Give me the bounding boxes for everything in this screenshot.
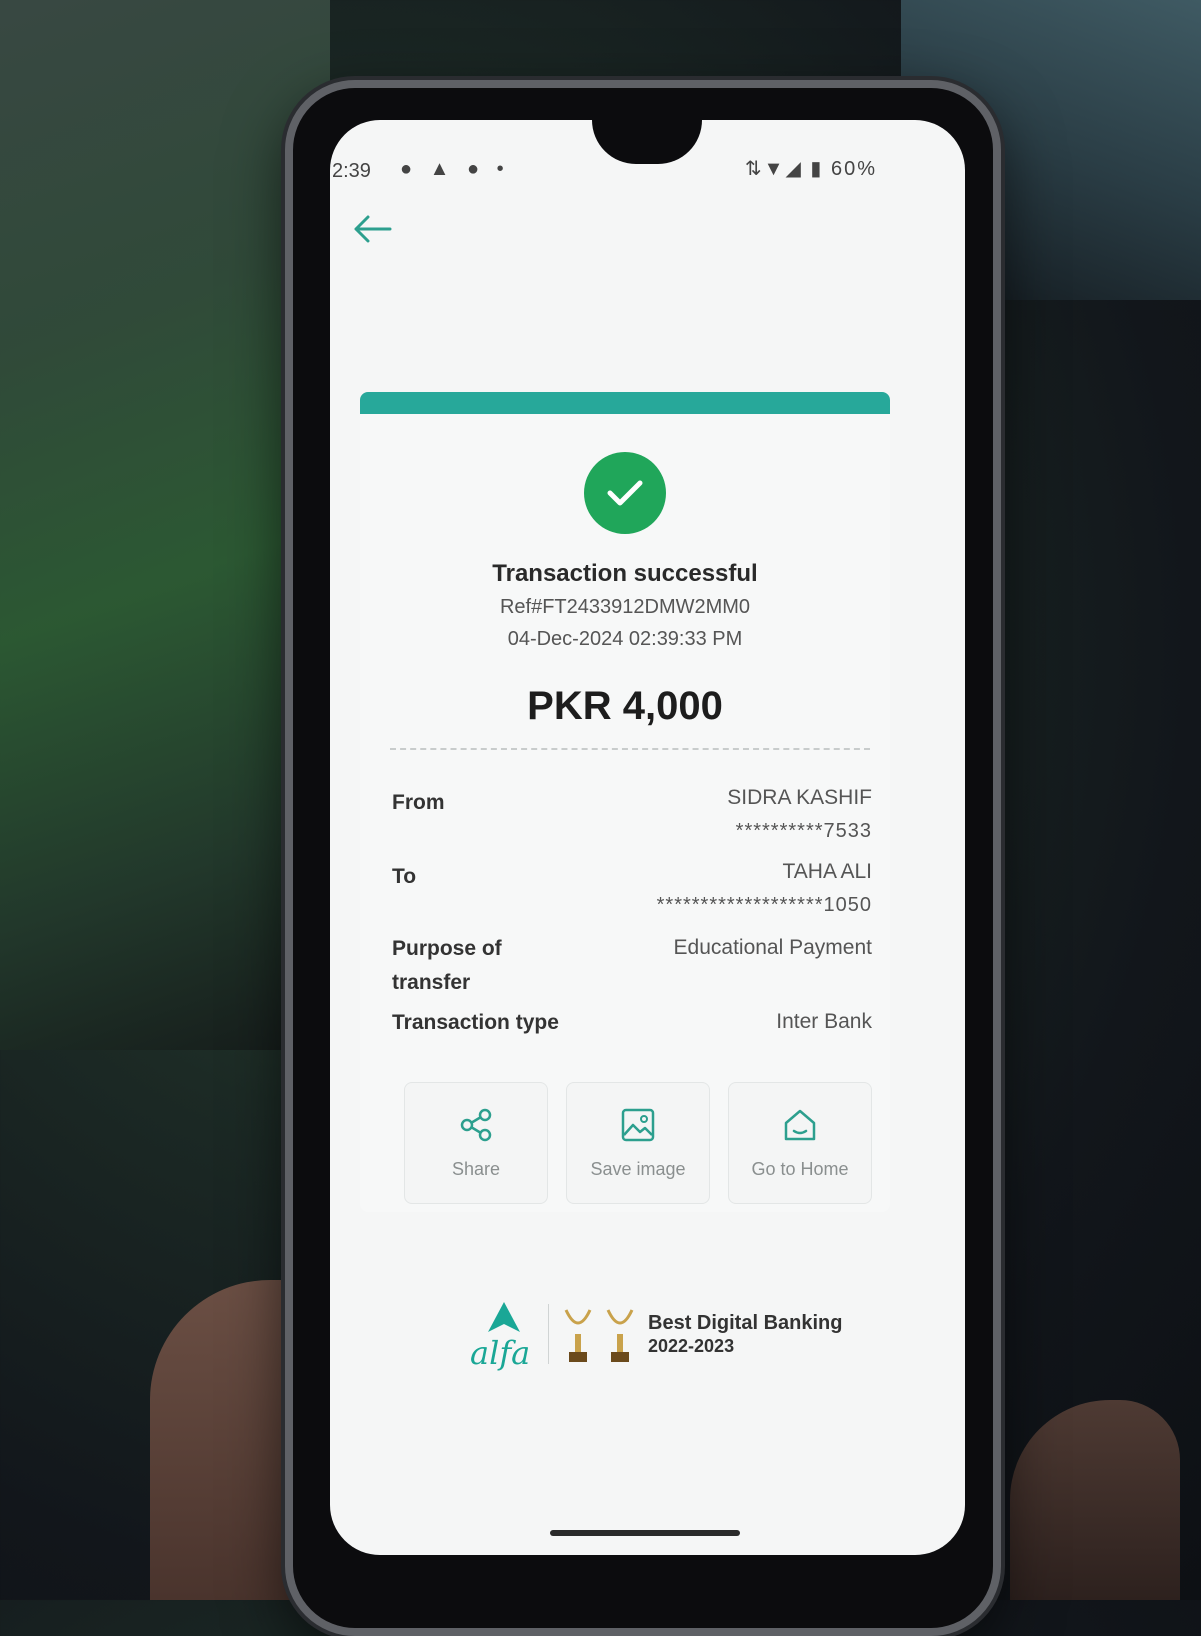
go-to-home-button[interactable]: Go to Home [728, 1082, 872, 1204]
purpose-value: Educational Payment [673, 936, 872, 959]
status-indicators: ⇅▼◢ ▮ 60% [745, 156, 877, 181]
footer-branding: alfa Best Digital Banking 2022-2023 [470, 1300, 870, 1380]
alfa-logo-text: alfa [470, 1334, 531, 1372]
share-svg [460, 1108, 492, 1142]
award-year: 2022-2023 [648, 1336, 735, 1356]
background-fabric [0, 0, 330, 1050]
save-image-button[interactable]: Save image [566, 1082, 710, 1204]
home-svg [784, 1109, 816, 1141]
transaction-status-title: Transaction successful [492, 560, 758, 587]
from-account: **********7533 [735, 820, 872, 842]
alfa-logo: alfa [470, 1300, 540, 1380]
share-label: Share [451, 1159, 501, 1179]
phone-screen: 2:39 ● ▲ ● • ⇅▼◢ ▮ 60% Transaction succe… [330, 120, 965, 1555]
to-label: To [392, 865, 417, 888]
transaction-datetime: 04-Dec-2024 02:39:33 PM [507, 628, 743, 650]
from-name: SIDRA KASHIF [727, 786, 872, 809]
share-button[interactable]: Share [404, 1082, 548, 1204]
from-label: From [392, 791, 445, 814]
to-name: TAHA ALI [782, 860, 873, 883]
receipt-card: Transaction successful Ref#FT2433912DMW2… [360, 392, 890, 1212]
trophy-icon [564, 1309, 592, 1362]
purpose-label: Purpose of transfer [392, 937, 502, 994]
status-time: 2:39 [332, 160, 371, 182]
dashed-divider [390, 748, 870, 750]
notification-icons: ● ▲ ● • [400, 158, 510, 180]
receipt-actions: Share Save image Go to Home [404, 1082, 874, 1204]
footer-divider [548, 1304, 549, 1364]
signal-icon: ⇅▼◢ [744, 158, 803, 180]
save-image-label: Save image [590, 1159, 686, 1179]
success-check-icon [584, 452, 666, 534]
award-title: Best Digital Banking [648, 1312, 843, 1334]
back-arrow-svg [354, 215, 392, 243]
alfa-logo-mark [488, 1302, 520, 1332]
transaction-amount: PKR 4,000 [527, 684, 723, 728]
checkmark-svg [607, 480, 643, 506]
share-icon [405, 1105, 547, 1145]
home-icon [729, 1105, 871, 1145]
to-account: *******************1050 [656, 894, 872, 916]
receipt-accent-bar [360, 392, 890, 414]
transaction-reference: Ref#FT2433912DMW2MM0 [499, 596, 751, 618]
transaction-type-label: Transaction type [392, 1011, 559, 1034]
image-icon [567, 1105, 709, 1145]
image-svg [621, 1108, 655, 1142]
go-to-home-label: Go to Home [751, 1159, 849, 1179]
status-bar: 2:39 ● ▲ ● • ⇅▼◢ ▮ 60% [330, 150, 965, 190]
back-arrow-icon[interactable] [352, 212, 396, 252]
hand-right [1010, 1400, 1180, 1600]
trophy-icon-2 [606, 1309, 634, 1362]
home-indicator[interactable] [550, 1530, 740, 1536]
battery-icon: ▮ [810, 158, 824, 180]
transaction-type-value: Inter Bank [776, 1010, 872, 1033]
battery-level: 60% [830, 158, 877, 180]
